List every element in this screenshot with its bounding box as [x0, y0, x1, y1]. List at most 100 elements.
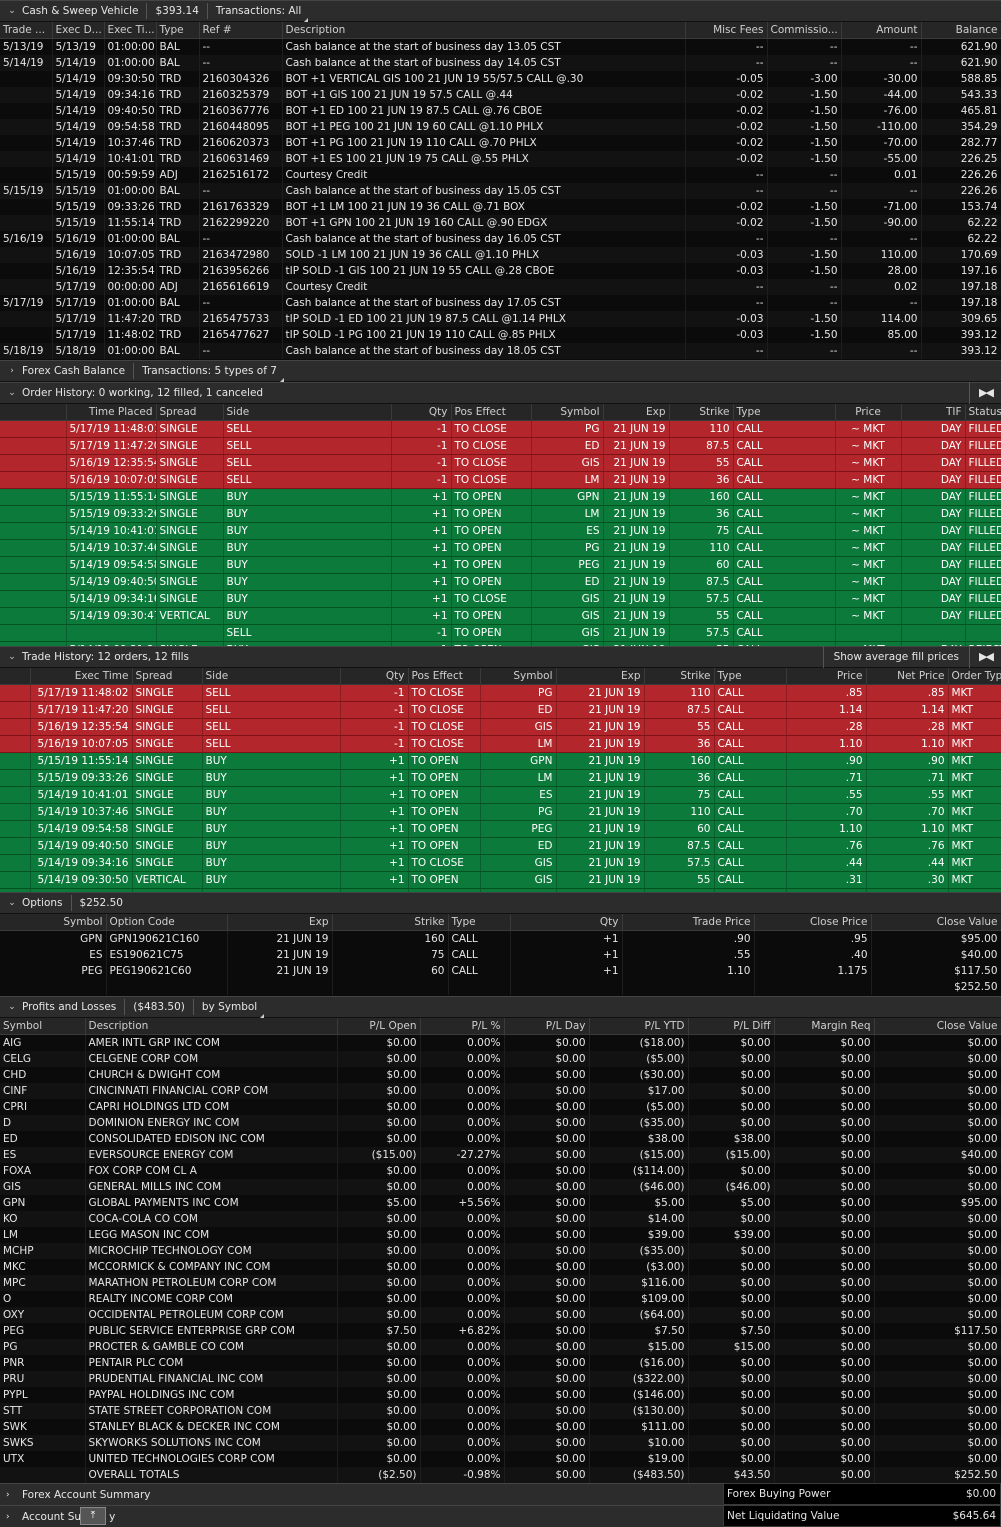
table-row[interactable]: MPC MARATHON PETROLEUM CORP COM $0.00 0.00%… [0, 1275, 1001, 1291]
column-header-close-value[interactable]: Close Value [874, 1018, 1001, 1035]
transactions-filter[interactable]: Transactions: 5 types of 7 [133, 363, 285, 382]
column-header-exec-ti[interactable]: Exec Ti... [104, 22, 157, 39]
table-row[interactable]: 5/18/19 5/18/19 01:00:00 BAL -- Cash balance … [0, 343, 1001, 359]
column-header-close-value[interactable]: Close Value [871, 914, 1001, 931]
transactions-filter[interactable]: Transactions: All [206, 3, 309, 22]
table-row[interactable]: CHD CHURCH & DWIGHT COM $0.00 0.00% $0.00 ($3… [0, 1067, 1001, 1083]
table-row[interactable]: 5/16/19 10:07:05 SINGLE SELL -1 TO CLOSE LM 21… [0, 471, 1001, 489]
table-row[interactable]: GIS GENERAL MILLS INC COM $0.00 0.00% $0.00(… [0, 1179, 1001, 1195]
column-header-side[interactable]: Side [223, 404, 392, 421]
table-row[interactable]: 5/15/19 09:33:26 SINGLE BUY +1 TO OPEN LM 21 J… [0, 769, 1001, 787]
column-header-description[interactable]: Description [85, 1018, 338, 1035]
column-header-spread[interactable]: Spread [132, 668, 203, 685]
column-header-type[interactable]: Type [448, 914, 511, 931]
table-row[interactable]: 5/13/19 5/13/19 01:00:00 BAL -- Cash balance … [0, 38, 1001, 55]
column-header-pos-effect[interactable]: Pos Effect [451, 404, 532, 421]
column-header-time-placed[interactable]: Time Placed [66, 404, 157, 421]
table-row[interactable]: 5/17/19 5/17/19 01:00:00 BAL -- Cash balance … [0, 295, 1001, 311]
table-row[interactable]: ES EVERSOURCE ENERGY COM ($15.00) -27.27% $0… [0, 1147, 1001, 1163]
column-header-side[interactable]: Side [202, 668, 341, 685]
options-header[interactable]: ⌄ Options $252.50 [0, 892, 1001, 914]
table-row[interactable]: CPRI CAPRI HOLDINGS LTD COM $0.00 0.00% $0.0… [0, 1099, 1001, 1115]
table-row[interactable]: 5/14/19 09:54:58 SINGLE BUY +1 TO OPEN PEG 21 … [0, 820, 1001, 838]
table-row[interactable]: 5/14/19 09:40:50 SINGLE BUY +1 TO OPEN ED 21 J… [0, 837, 1001, 855]
column-header-spread[interactable]: Spread [156, 404, 224, 421]
table-row[interactable]: 5/16/19 12:35:54 SINGLE SELL -1 TO CLOSE GIS 2… [0, 718, 1001, 736]
column-header-p-l[interactable]: P/L % [420, 1018, 505, 1035]
column-header-pos-effect[interactable]: Pos Effect [408, 668, 481, 685]
table-row[interactable]: 5/15/19 11:55:14 SINGLE BUY +1 TO OPEN GPN 21 … [0, 488, 1001, 506]
column-header-order-type[interactable]: Order Type [948, 668, 1001, 685]
column-header-misc-fees[interactable]: Misc Fees [685, 22, 768, 39]
column-header-commissio[interactable]: Commissio... [767, 22, 842, 39]
column-header-symbol[interactable]: Symbol [480, 668, 557, 685]
table-row[interactable]: 5/15/19 5/15/19 01:00:00 BAL -- Cash balance … [0, 183, 1001, 199]
table-row[interactable]: 5/14/19 09:40:50 TRD 2160367776 BOT +1 ED 10… [0, 103, 1001, 119]
table-row[interactable]: 5/14/19 09:54:58 TRD 2160448095 BOT +1 PEG 1… [0, 119, 1001, 135]
scroll-to-top-icon[interactable]: ⤒ [80, 1507, 106, 1525]
column-header-symbol[interactable]: Symbol [0, 914, 107, 931]
table-row[interactable]: 5/14/19 09:34:16 SINGLE BUY +1 TO CLOSE GIS 21… [0, 590, 1001, 608]
table-row[interactable]: 5/14/19 5/14/19 01:00:00 BAL -- Cash balance … [0, 55, 1001, 71]
table-row[interactable]: 5/14/19 09:30:50 VERTICAL BUY +1 TO OPEN GIS 2… [0, 871, 1001, 889]
forex-cash-header[interactable]: › Forex Cash Balance Transactions: 5 typ… [0, 360, 1001, 382]
column-header-amount[interactable]: Amount [841, 22, 922, 39]
table-row[interactable]: 5/14/19 10:41:01 SINGLE BUY +1 TO OPEN ES 21 J… [0, 786, 1001, 804]
column-header-p-l-diff[interactable]: P/L Diff [688, 1018, 775, 1035]
table-row[interactable]: UTX UNITED TECHNOLOGIES CORP COM $0.00 0.00… [0, 1451, 1001, 1467]
column-header-type[interactable]: Type [733, 404, 836, 421]
table-row[interactable]: 5/16/19 12:35:54 SINGLE SELL -1 TO CLOSE GIS 2… [0, 454, 1001, 472]
column-header-net-price[interactable]: Net Price [866, 668, 949, 685]
table-row[interactable]: SWKS SKYWORKS SOLUTIONS INC COM $0.00 0.00%… [0, 1435, 1001, 1451]
table-row[interactable]: PEG PEG190621C60 21 JUN 19 60 CALL +1 1.10 1.17… [0, 963, 1001, 979]
table-row[interactable]: 5/16/19 10:07:05 SINGLE SELL -1 TO CLOSE LM 21… [0, 735, 1001, 753]
column-header-strike[interactable]: Strike [644, 668, 715, 685]
column-header-strike[interactable]: Strike [332, 914, 449, 931]
table-row[interactable]: 5/15/19 09:33:26 SINGLE BUY +1 TO OPEN LM 21 J… [0, 505, 1001, 523]
table-row[interactable]: 5/14/19 09:34:16 TRD 2160325379 BOT +1 GIS 1… [0, 87, 1001, 103]
column-header-exec-time[interactable]: Exec Time [30, 668, 133, 685]
table-row[interactable]: LM LEGG MASON INC COM $0.00 0.00% $0.00 $39.0… [0, 1227, 1001, 1243]
table-row[interactable]: ES ES190621C75 21 JUN 19 75 CALL +1.55.40 $40.… [0, 947, 1001, 963]
table-row[interactable]: 5/17/19 11:48:02 SINGLE SELL -1 TO CLOSE PG 21… [0, 684, 1001, 702]
trade-history-header[interactable]: ⌄ Trade History: 12 orders, 12 fills Sho… [0, 646, 1001, 668]
column-header-symbol[interactable]: Symbol [0, 1018, 86, 1035]
chevron-right-icon[interactable]: › [6, 1487, 18, 1503]
table-row[interactable]: SWK STANLEY BLACK & DECKER INC COM $0.00 0.… [0, 1419, 1001, 1435]
table-row[interactable]: PYPL PAYPAL HOLDINGS INC COM $0.00 0.00% $0.… [0, 1387, 1001, 1403]
column-header-p-l-day[interactable]: P/L Day [504, 1018, 590, 1035]
table-row[interactable]: STT STATE STREET CORPORATION COM $0.00 0.00… [0, 1403, 1001, 1419]
cash-sweep-header[interactable]: ⌄ Cash & Sweep Vehicle $393.14 Transacti… [0, 0, 1001, 22]
table-row[interactable]: 5/17/19 11:47:20 SINGLE SELL -1 TO CLOSE ED 21… [0, 437, 1001, 455]
column-header-exec-d[interactable]: Exec D... [52, 22, 105, 39]
column-header-tif[interactable]: TIF [901, 404, 966, 421]
table-row[interactable]: ED CONSOLIDATED EDISON INC COM $0.00 0.00% $… [0, 1131, 1001, 1147]
chevron-right-icon[interactable]: › [6, 363, 18, 379]
table-row[interactable]: 5/15/19 11:55:14 SINGLE BUY +1 TO OPEN GPN 21 … [0, 752, 1001, 770]
column-header-p-l-open[interactable]: P/L Open [337, 1018, 421, 1035]
column-header-price[interactable]: Price [786, 668, 867, 685]
table-row[interactable]: MKC MCCORMICK & COMPANY INC COM $0.00 0.00%… [0, 1259, 1001, 1275]
column-header-trade-price[interactable]: Trade Price [622, 914, 755, 931]
column-header-exp[interactable]: Exp [227, 914, 333, 931]
collapse-columns-icon[interactable]: ▶◀ [969, 382, 1001, 404]
profits-losses-header[interactable]: ⌄ Profits and Losses ($483.50) by Symbol [0, 996, 1001, 1018]
column-header-option-code[interactable]: Option Code [106, 914, 228, 931]
chevron-down-icon[interactable]: ⌄ [6, 999, 18, 1015]
chevron-down-icon[interactable]: ⌄ [6, 3, 18, 19]
table-row[interactable]: 5/17/19 00:00:00 ADJ 2165616619 Courtesy Cre… [0, 279, 1001, 295]
table-row[interactable]: 5/17/19 11:48:02 TRD 2165477627 tIP SOLD -1 … [0, 327, 1001, 343]
column-header-type[interactable]: Type [156, 22, 200, 39]
table-row[interactable]: MCHP MICROCHIP TECHNOLOGY COM $0.00 0.00% $0… [0, 1243, 1001, 1259]
table-row[interactable]: SELL -1 TO OPEN GIS 21 JUN 19 57.5 CALL [0, 624, 1001, 642]
table-row[interactable]: OVERALL TOTALS ($2.50) -0.98% $0.00 ($483.50… [0, 1467, 1001, 1483]
table-row[interactable]: PEG PUBLIC SERVICE ENTERPRISE GRP COM $7.5… [0, 1323, 1001, 1339]
column-header-type[interactable]: Type [714, 668, 787, 685]
table-row[interactable]: 5/14/19 10:37:46 SINGLE BUY +1 TO OPEN PG 21 J… [0, 539, 1001, 557]
column-header-margin-req[interactable]: Margin Req [774, 1018, 875, 1035]
table-row[interactable]: GPN GPN190621C160 21 JUN 19 160 CALL +1.90.95… [0, 930, 1001, 947]
column-header-status[interactable]: Status [965, 404, 1001, 421]
table-row[interactable]: GPN GLOBAL PAYMENTS INC COM $5.00 +5.56% $0.… [0, 1195, 1001, 1211]
table-row[interactable]: 5/14/19 09:40:50 SINGLE BUY +1 TO OPEN ED 21 J… [0, 573, 1001, 591]
column-header-close-price[interactable]: Close Price [754, 914, 872, 931]
